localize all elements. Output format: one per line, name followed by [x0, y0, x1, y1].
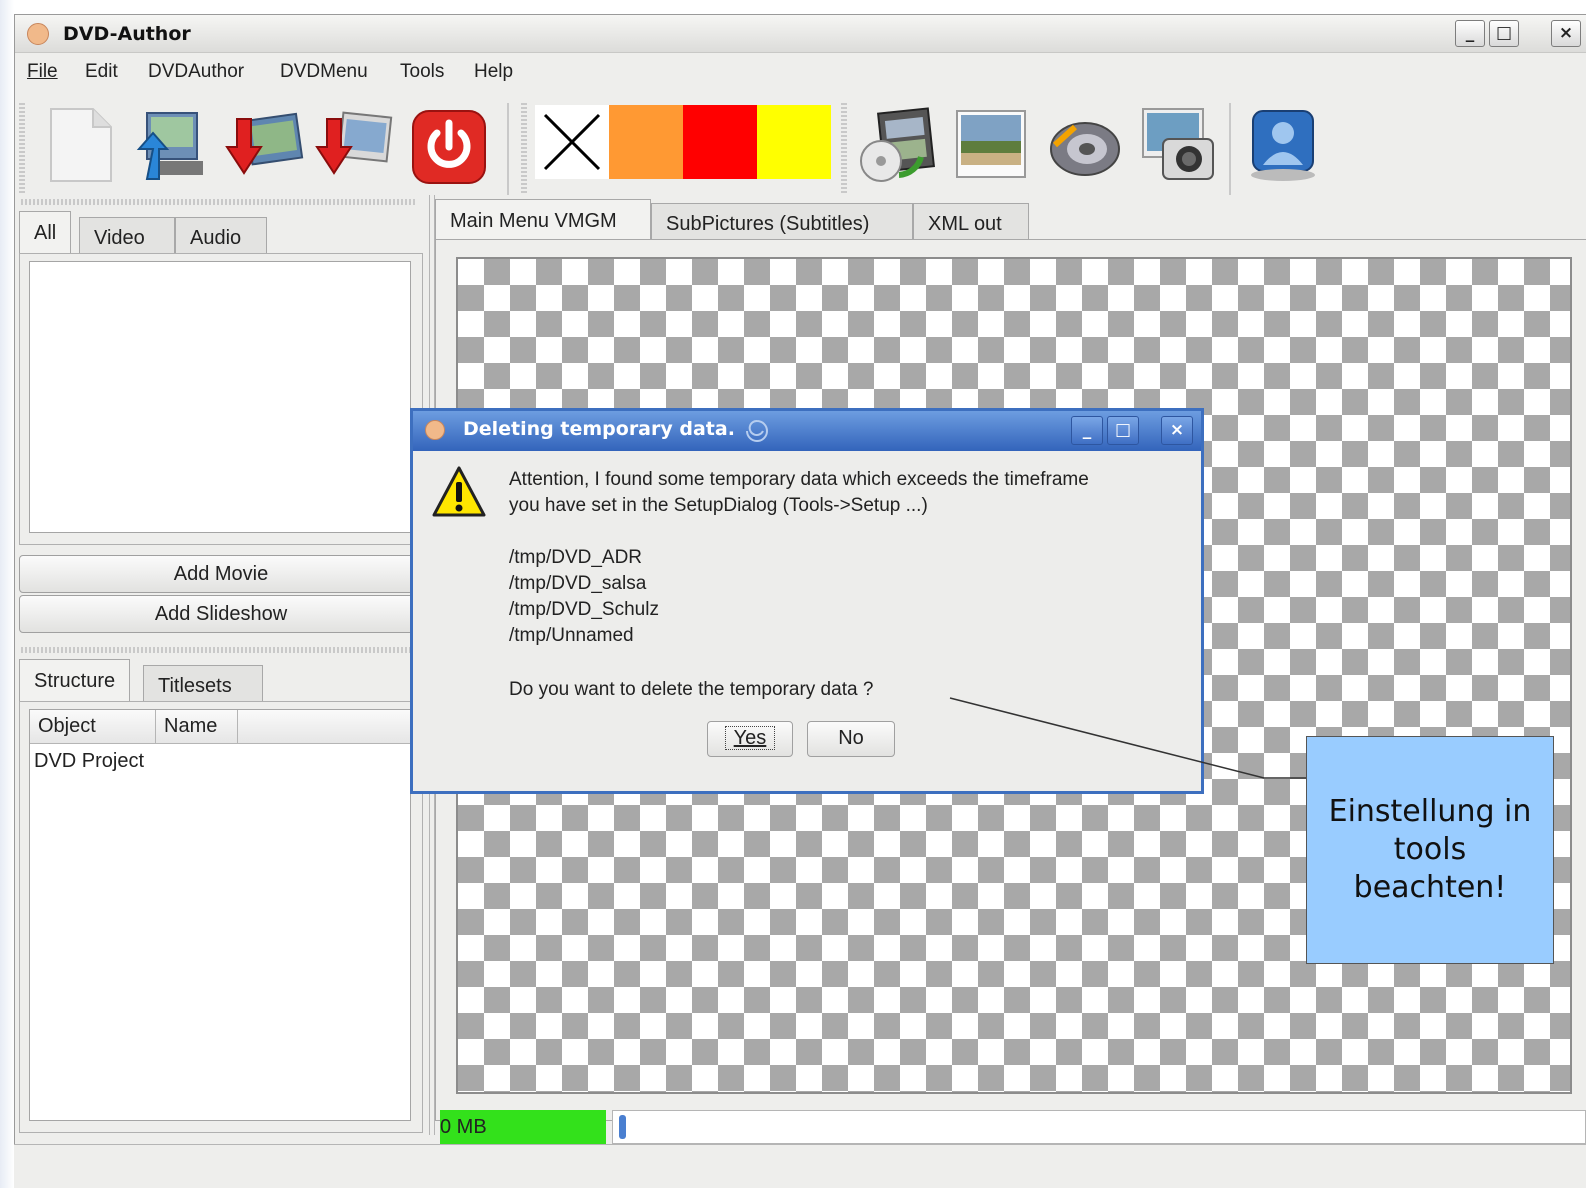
callout-line: [949, 697, 1308, 779]
annotation-line3: beachten!: [1353, 870, 1507, 905]
annotation-note: Einstellung in tools beachten!: [1306, 736, 1554, 964]
annotation-line2: tools: [1393, 832, 1467, 867]
annotation-line1: Einstellung in: [1328, 794, 1532, 829]
